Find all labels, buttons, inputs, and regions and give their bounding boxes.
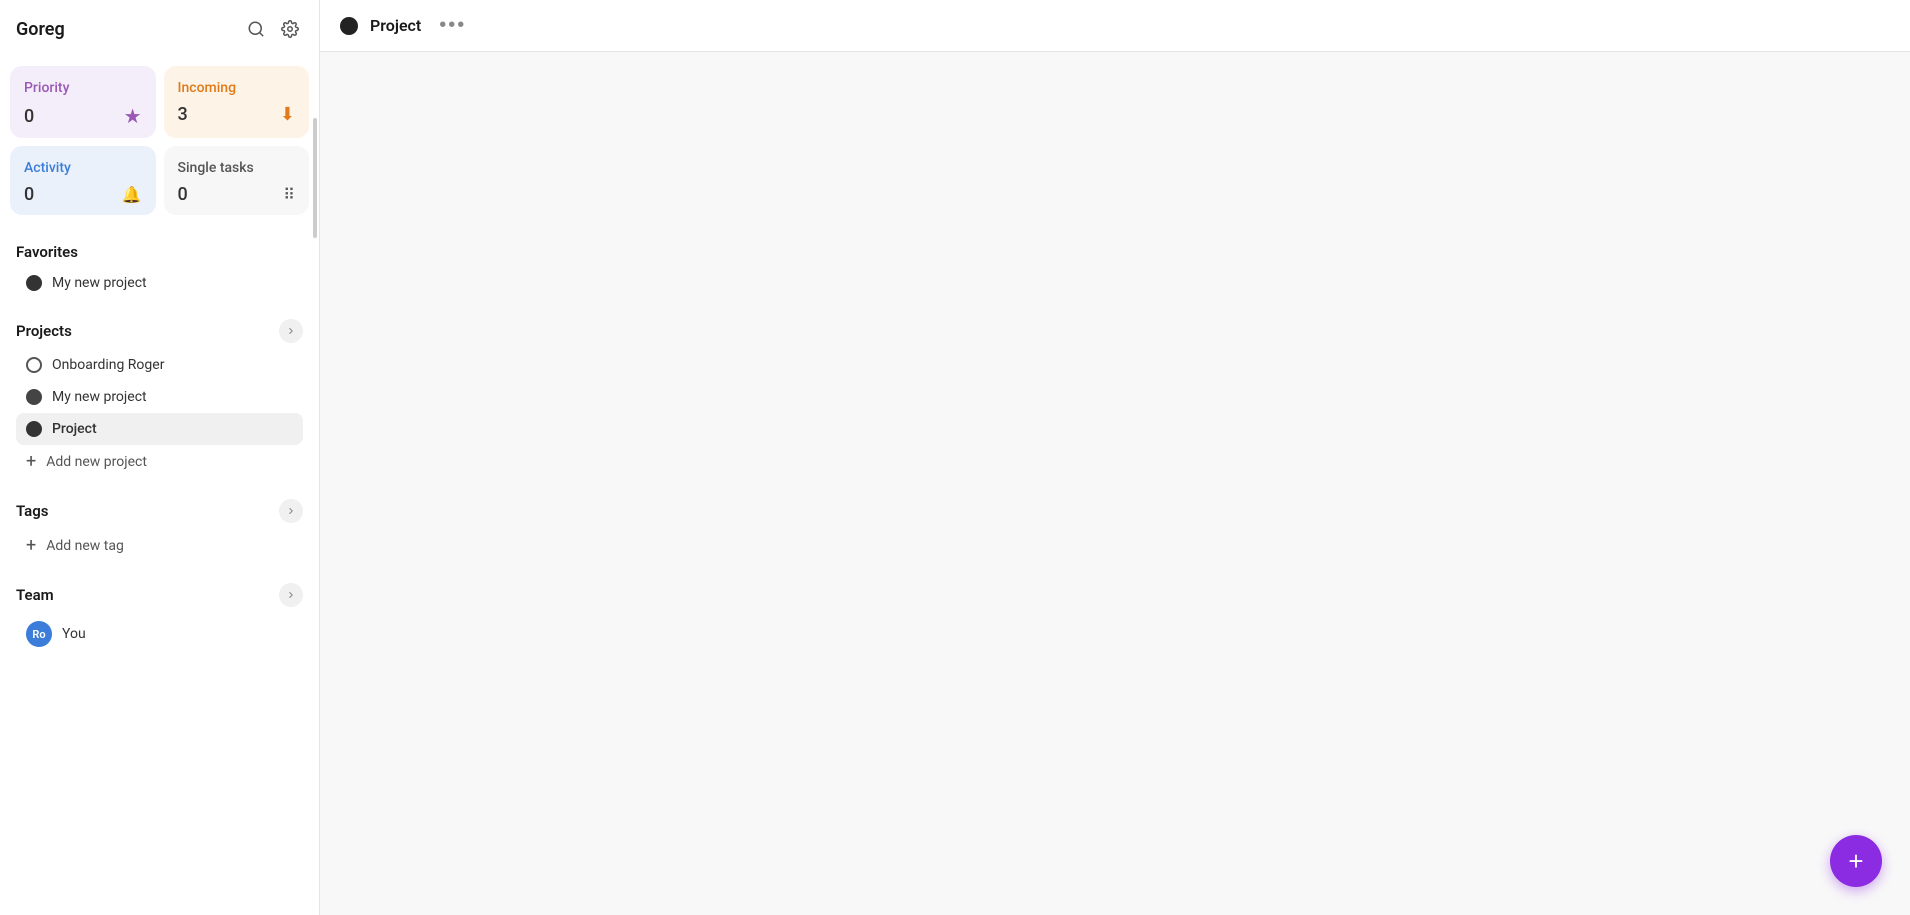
- tags-title: Tags: [16, 502, 49, 520]
- gear-icon: [281, 20, 299, 38]
- projects-section: Projects Onboarding Roger My new project…: [0, 303, 319, 483]
- priority-card[interactable]: Priority 0 ★: [10, 66, 156, 138]
- avatar: Ro: [26, 621, 52, 647]
- sidebar-item-project[interactable]: Project: [16, 413, 303, 445]
- add-new-project-button[interactable]: + Add new project: [16, 445, 303, 479]
- sidebar-item-my-new-project[interactable]: My new project: [16, 381, 303, 413]
- sidebar-item-my-new-project-fav[interactable]: My new project: [16, 267, 303, 299]
- projects-header[interactable]: Projects: [16, 313, 303, 349]
- add-tag-label: Add new tag: [46, 538, 124, 554]
- topbar-project-title: Project: [370, 16, 421, 35]
- single-tasks-card[interactable]: Single tasks 0 ⠿: [164, 146, 310, 215]
- favorites-title: Favorites: [16, 243, 78, 261]
- search-icon: [247, 20, 265, 38]
- incoming-card-label: Incoming: [178, 80, 237, 96]
- more-options-icon: •••: [439, 14, 466, 36]
- sidebar-item-you[interactable]: Ro You: [16, 613, 303, 655]
- bell-icon: 🔔: [122, 185, 142, 204]
- project-dot-onboarding: [26, 357, 42, 373]
- app-title: Goreg: [16, 19, 65, 40]
- favorites-section: Favorites My new project: [0, 227, 319, 303]
- single-tasks-card-header: Single tasks: [178, 160, 296, 176]
- sidebar-item-label: My new project: [52, 389, 147, 405]
- priority-card-label: Priority: [24, 80, 69, 96]
- content-area: [320, 52, 1910, 915]
- fab-icon: +: [1848, 848, 1863, 874]
- incoming-card-bottom: 3 ⬇: [178, 104, 296, 125]
- add-new-tag-button[interactable]: + Add new tag: [16, 529, 303, 563]
- topbar-project-dot: [340, 17, 358, 35]
- more-options-button[interactable]: •••: [433, 12, 472, 39]
- activity-card-bottom: 0 🔔: [24, 184, 142, 205]
- favorites-header[interactable]: Favorites: [16, 237, 303, 267]
- priority-card-header: Priority: [24, 80, 142, 96]
- sidebar-scroll-area: Priority 0 ★ Incoming 3 ⬇ Activity: [0, 58, 319, 659]
- single-tasks-card-count: 0: [178, 184, 188, 205]
- topbar: Project •••: [320, 0, 1910, 52]
- settings-button[interactable]: [277, 16, 303, 42]
- sidebar-item-label: Project: [52, 421, 97, 437]
- sidebar-item-label: Onboarding Roger: [52, 357, 164, 373]
- priority-card-count: 0: [24, 106, 34, 127]
- incoming-card-count: 3: [178, 104, 188, 125]
- activity-card-count: 0: [24, 184, 34, 205]
- team-header[interactable]: Team: [16, 577, 303, 613]
- project-dot-mynew: [26, 389, 42, 405]
- team-chevron-icon: [279, 583, 303, 607]
- add-button[interactable]: +: [1830, 835, 1882, 887]
- team-section: Team Ro You: [0, 567, 319, 659]
- priority-card-bottom: 0 ★: [24, 104, 142, 128]
- star-icon: ★: [124, 104, 142, 128]
- activity-card-header: Activity: [24, 160, 142, 176]
- team-title: Team: [16, 586, 54, 604]
- people-icon: ⠿: [283, 185, 295, 204]
- sidebar-item-you-label: You: [62, 626, 86, 642]
- plus-icon: +: [26, 453, 36, 471]
- incoming-card[interactable]: Incoming 3 ⬇: [164, 66, 310, 138]
- project-dot-fav: [26, 275, 42, 291]
- incoming-card-header: Incoming: [178, 80, 296, 96]
- single-tasks-card-label: Single tasks: [178, 160, 254, 176]
- sidebar: Goreg Priority: [0, 0, 320, 915]
- sidebar-item-onboarding-roger[interactable]: Onboarding Roger: [16, 349, 303, 381]
- activity-card[interactable]: Activity 0 🔔: [10, 146, 156, 215]
- incoming-arrow-icon: ⬇: [280, 104, 295, 125]
- sidebar-header-actions: [243, 16, 303, 42]
- tags-chevron-icon: [279, 499, 303, 523]
- projects-title: Projects: [16, 322, 72, 340]
- plus-icon-tag: +: [26, 537, 36, 555]
- quick-cards-grid: Priority 0 ★ Incoming 3 ⬇ Activity: [0, 58, 319, 227]
- activity-card-label: Activity: [24, 160, 71, 176]
- add-project-label: Add new project: [46, 454, 147, 470]
- single-tasks-card-bottom: 0 ⠿: [178, 184, 296, 205]
- projects-chevron-icon: [279, 319, 303, 343]
- scrollbar-indicator: [313, 118, 317, 238]
- project-dot-project: [26, 421, 42, 437]
- main-content: Project •••: [320, 0, 1910, 915]
- sidebar-item-label-fav: My new project: [52, 275, 147, 291]
- tags-section: Tags + Add new tag: [0, 483, 319, 567]
- sidebar-header: Goreg: [0, 0, 319, 58]
- tags-header[interactable]: Tags: [16, 493, 303, 529]
- search-button[interactable]: [243, 16, 269, 42]
